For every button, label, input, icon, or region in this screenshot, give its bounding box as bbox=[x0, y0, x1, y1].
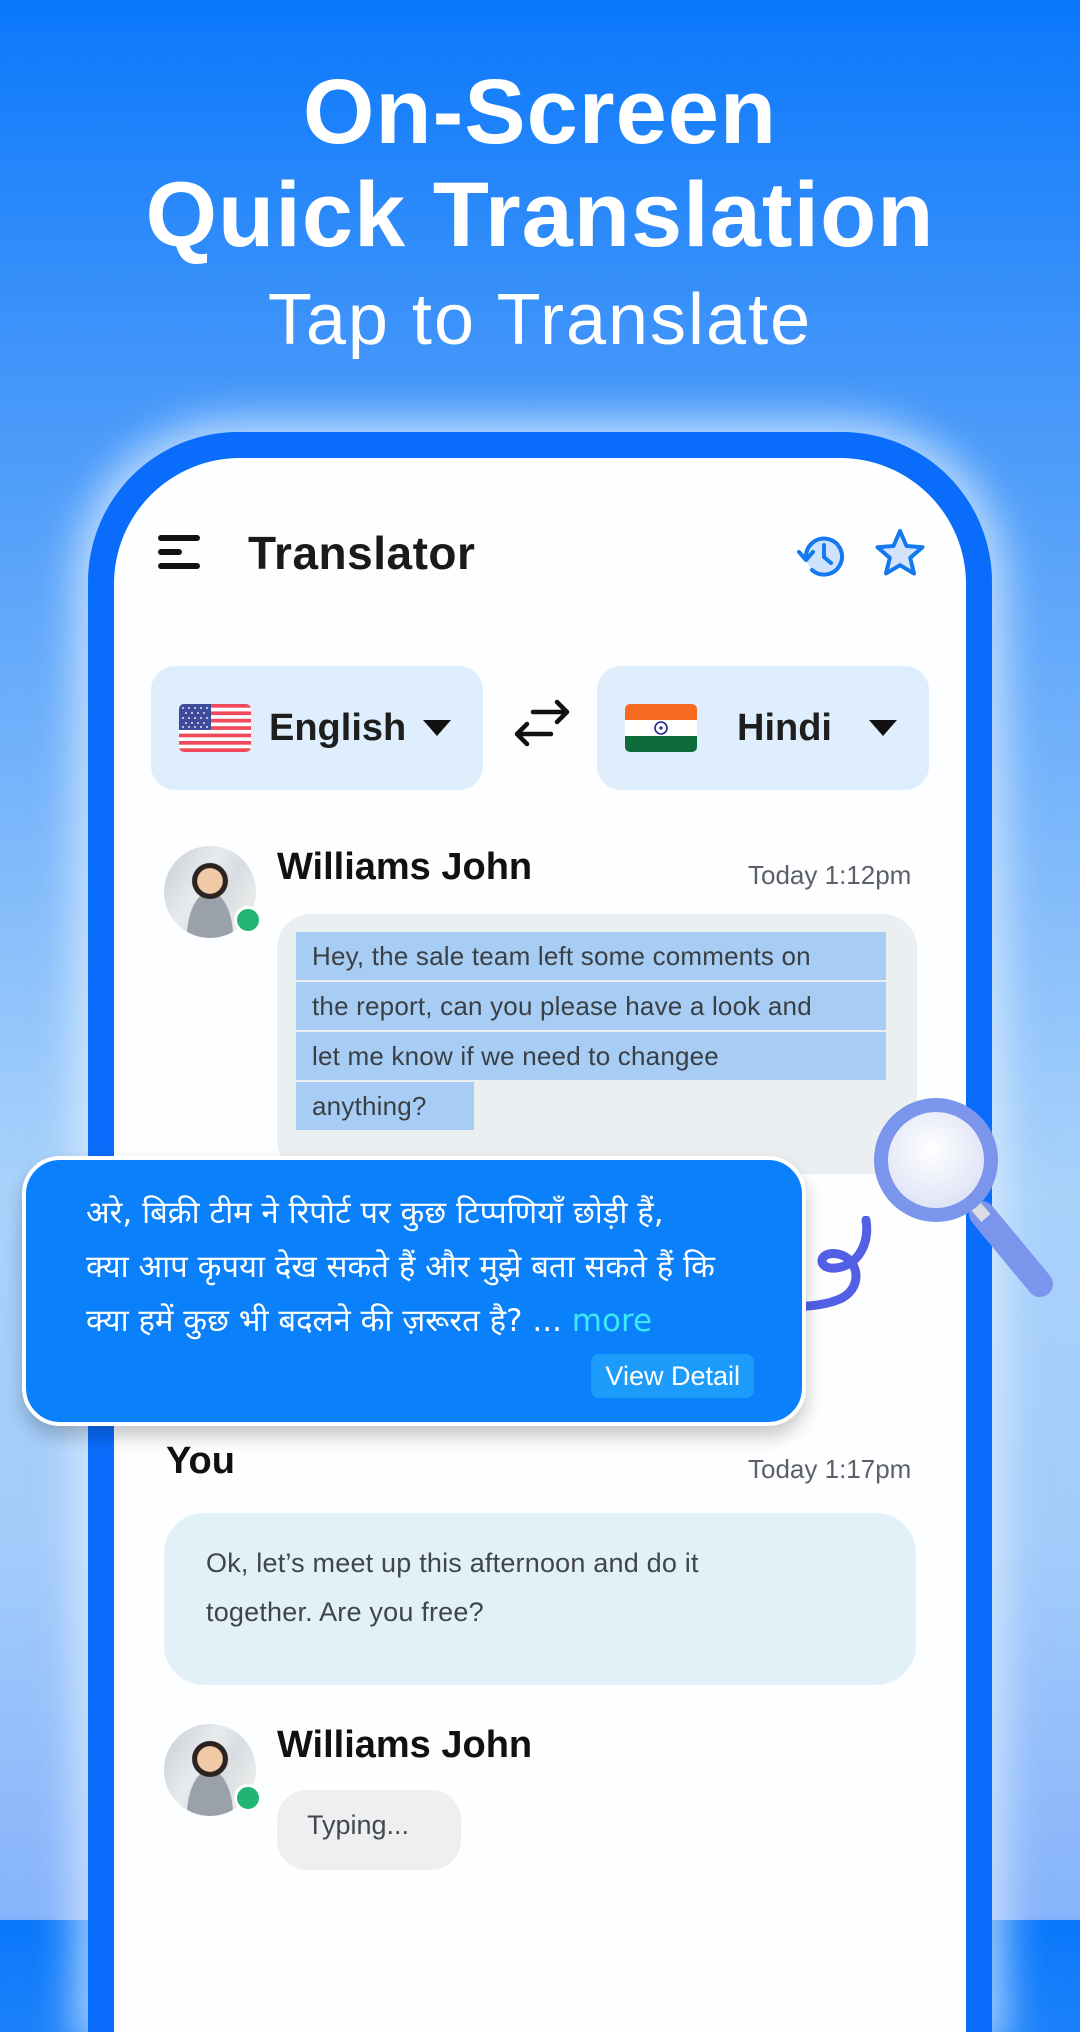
highlighted-text-line[interactable]: let me know if we need to changee bbox=[296, 1032, 886, 1080]
magnifier-icon bbox=[874, 1098, 1053, 1297]
typing-text: Typing... bbox=[307, 1810, 410, 1840]
view-detail-button[interactable]: View Detail bbox=[591, 1354, 754, 1398]
translation-popup[interactable]: अरे, बिक्री टीम ने रिपोर्ट पर कुछ टिप्पण… bbox=[22, 1156, 806, 1426]
chevron-down-icon bbox=[869, 720, 897, 736]
translated-line: अरे, बिक्री टीम ने रिपोर्ट पर कुछ टिप्पण… bbox=[86, 1195, 664, 1231]
highlighted-text-line[interactable]: anything? bbox=[296, 1082, 474, 1130]
message-bubble[interactable]: Hey, the sale team left some comments on… bbox=[277, 914, 917, 1174]
swap-arrows-icon[interactable] bbox=[511, 698, 573, 750]
message-text-line: Ok, let’s meet up this afternoon and do … bbox=[206, 1548, 699, 1578]
sender-name: You bbox=[166, 1440, 235, 1482]
typing-indicator: Typing... bbox=[277, 1790, 461, 1870]
message-text-line: together. Are you free? bbox=[206, 1597, 484, 1627]
message-timestamp: Today 1:17pm bbox=[748, 1454, 912, 1484]
hero-title-line1: On-Screen bbox=[302, 61, 778, 163]
us-flag-icon bbox=[179, 704, 251, 752]
chevron-down-icon bbox=[423, 720, 451, 736]
menu-icon[interactable] bbox=[158, 535, 200, 569]
message-timestamp: Today 1:12pm bbox=[748, 860, 912, 890]
translated-line: क्या आप कृपया देख सकते हैं और मुझे बता स… bbox=[86, 1249, 715, 1285]
star-icon[interactable] bbox=[872, 526, 928, 582]
hero-subtitle: Tap to Translate bbox=[267, 280, 813, 360]
hero-title-line2: Quick Translation bbox=[145, 164, 935, 266]
source-language-label: English bbox=[269, 707, 407, 749]
history-icon[interactable] bbox=[794, 528, 850, 584]
india-flag-icon bbox=[625, 704, 697, 752]
highlighted-text-line[interactable]: the report, can you please have a look a… bbox=[296, 982, 886, 1030]
source-language-dropdown[interactable]: English bbox=[151, 666, 483, 790]
online-status-dot bbox=[234, 1784, 262, 1812]
message-bubble-own[interactable]: Ok, let’s meet up this afternoon and do … bbox=[164, 1513, 916, 1685]
more-link[interactable]: more bbox=[572, 1303, 652, 1339]
avatar[interactable] bbox=[164, 846, 262, 938]
sender-name: Williams John bbox=[277, 846, 533, 888]
target-language-dropdown[interactable]: Hindi bbox=[597, 666, 929, 790]
sender-name: Williams John bbox=[277, 1724, 533, 1766]
online-status-dot bbox=[234, 906, 262, 934]
highlighted-text-line[interactable]: Hey, the sale team left some comments on bbox=[296, 932, 886, 980]
translated-text: अरे, बिक्री टीम ने रिपोर्ट पर कुछ टिप्पण… bbox=[86, 1186, 766, 1348]
target-language-label: Hindi bbox=[737, 707, 832, 749]
avatar[interactable] bbox=[164, 1724, 262, 1816]
app-title: Translator bbox=[248, 527, 476, 579]
translated-line: क्या हमें कुछ भी बदलने की ज़रूरत है? ... bbox=[86, 1303, 562, 1339]
